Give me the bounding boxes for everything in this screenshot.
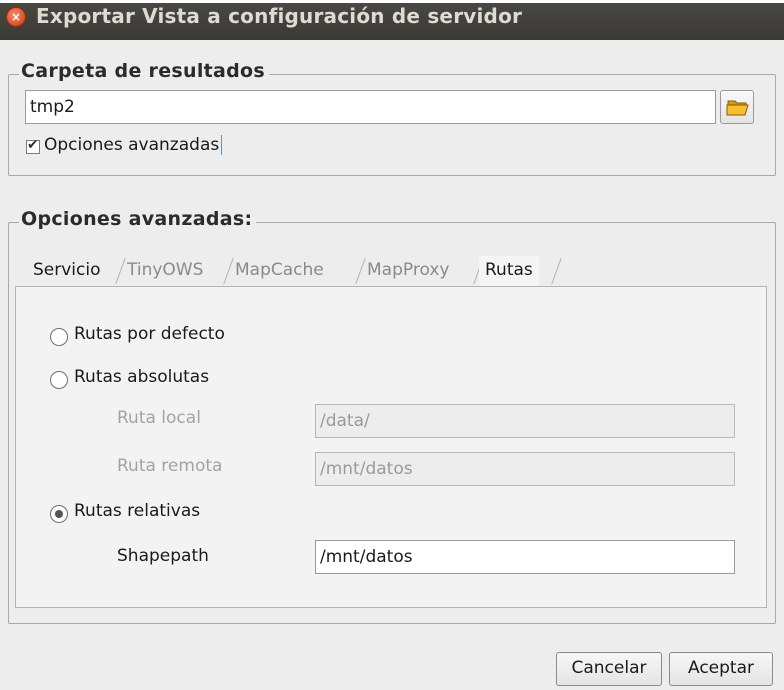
tab-mapcache[interactable]: MapCache [229,256,330,286]
local-path-input[interactable]: /data/ [315,404,735,438]
relative-paths-radio[interactable] [50,505,68,523]
local-path-label: Ruta local [117,408,201,428]
advanced-options-checkbox[interactable]: ✔ [26,137,40,154]
advanced-options-checkbox-label[interactable]: Opciones avanzadas [44,135,223,155]
close-icon[interactable]: × [6,7,26,27]
remote-path-input[interactable]: /mnt/datos [315,452,735,486]
browse-folder-button[interactable] [720,90,754,124]
accept-button[interactable]: Aceptar [669,652,773,686]
default-paths-radio[interactable] [50,328,68,346]
cancel-button[interactable]: Cancelar [556,652,662,686]
absolute-paths-label[interactable]: Rutas absolutas [74,367,209,387]
export-dialog: × Exportar Vista a configuración de serv… [0,0,784,690]
shapepath-label: Shapepath [117,546,209,566]
tab-rutas[interactable]: Rutas [479,256,539,286]
tab-servicio[interactable]: Servicio [27,256,107,286]
title-bar-top-edge [0,0,784,3]
title-bar[interactable]: × Exportar Vista a configuración de serv… [0,0,784,40]
default-paths-label[interactable]: Rutas por defecto [74,324,225,344]
checkmark-icon: ✔ [27,137,39,153]
relative-paths-label[interactable]: Rutas relativas [74,501,200,521]
remote-path-label: Ruta remota [117,456,223,476]
absolute-paths-radio[interactable] [50,371,68,389]
results-folder-input[interactable]: tmp2 [25,90,716,124]
tab-mapproxy[interactable]: MapProxy [361,256,455,286]
tab-tinyows[interactable]: TinyOWS [121,256,209,286]
window-title: Exportar Vista a configuración de servid… [36,4,523,28]
results-folder-legend: Carpeta de resultados [19,60,270,82]
radio-selected-dot [55,510,63,518]
shapepath-input[interactable]: /mnt/datos [315,540,735,574]
folder-icon [726,100,749,116]
advanced-options-legend: Opciones avanzadas: [19,208,257,230]
